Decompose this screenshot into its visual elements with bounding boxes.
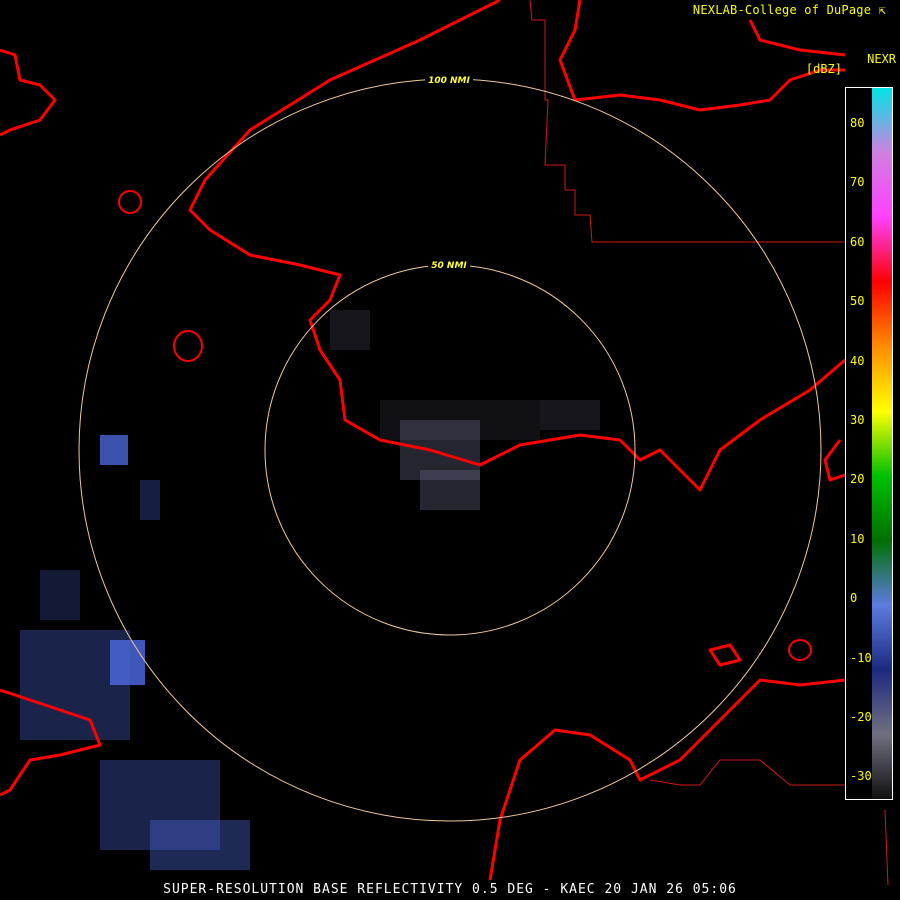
credit-text[interactable]: NEXLAB-College of DuPage ⇱ [693, 3, 886, 17]
ring-label-100: 100 NMI [428, 76, 470, 86]
color-scale-tick: 40 [850, 353, 865, 368]
political-borders [529, 0, 889, 886]
precip-echoes [20, 435, 250, 870]
color-scale-tick: 20 [850, 472, 865, 487]
color-scale-tick: 60 [850, 234, 865, 249]
color-scale-gradient [872, 88, 892, 799]
product-footer: SUPER-RESOLUTION BASE REFLECTIVITY 0.5 D… [163, 882, 737, 897]
radar-map: 100 NMI 50 NMI [0, 0, 889, 886]
color-scale-tick: 10 [850, 531, 865, 546]
color-scale-tick: -10 [850, 650, 872, 665]
color-scale-tick: 0 [850, 591, 858, 606]
ring-labels: 100 NMI 50 NMI [425, 74, 473, 271]
color-scale-tick: 80 [850, 116, 865, 130]
product-code: NEXR [867, 52, 896, 66]
weak-echoes [330, 310, 600, 510]
color-scale: 80 70 60 50 40 30 20 10 0 -10 -20 -30 [845, 87, 893, 800]
units-label: [dBZ] [805, 62, 842, 76]
color-scale-tick: -20 [850, 710, 872, 724]
external-link-icon: ⇱ [878, 3, 886, 17]
color-scale-tick: 50 [850, 294, 865, 309]
color-scale-tick: -30 [850, 769, 872, 784]
ring-label-50: 50 NMI [431, 261, 467, 271]
color-scale-tick: 30 [850, 413, 865, 427]
color-scale-tick: 70 [850, 175, 865, 190]
